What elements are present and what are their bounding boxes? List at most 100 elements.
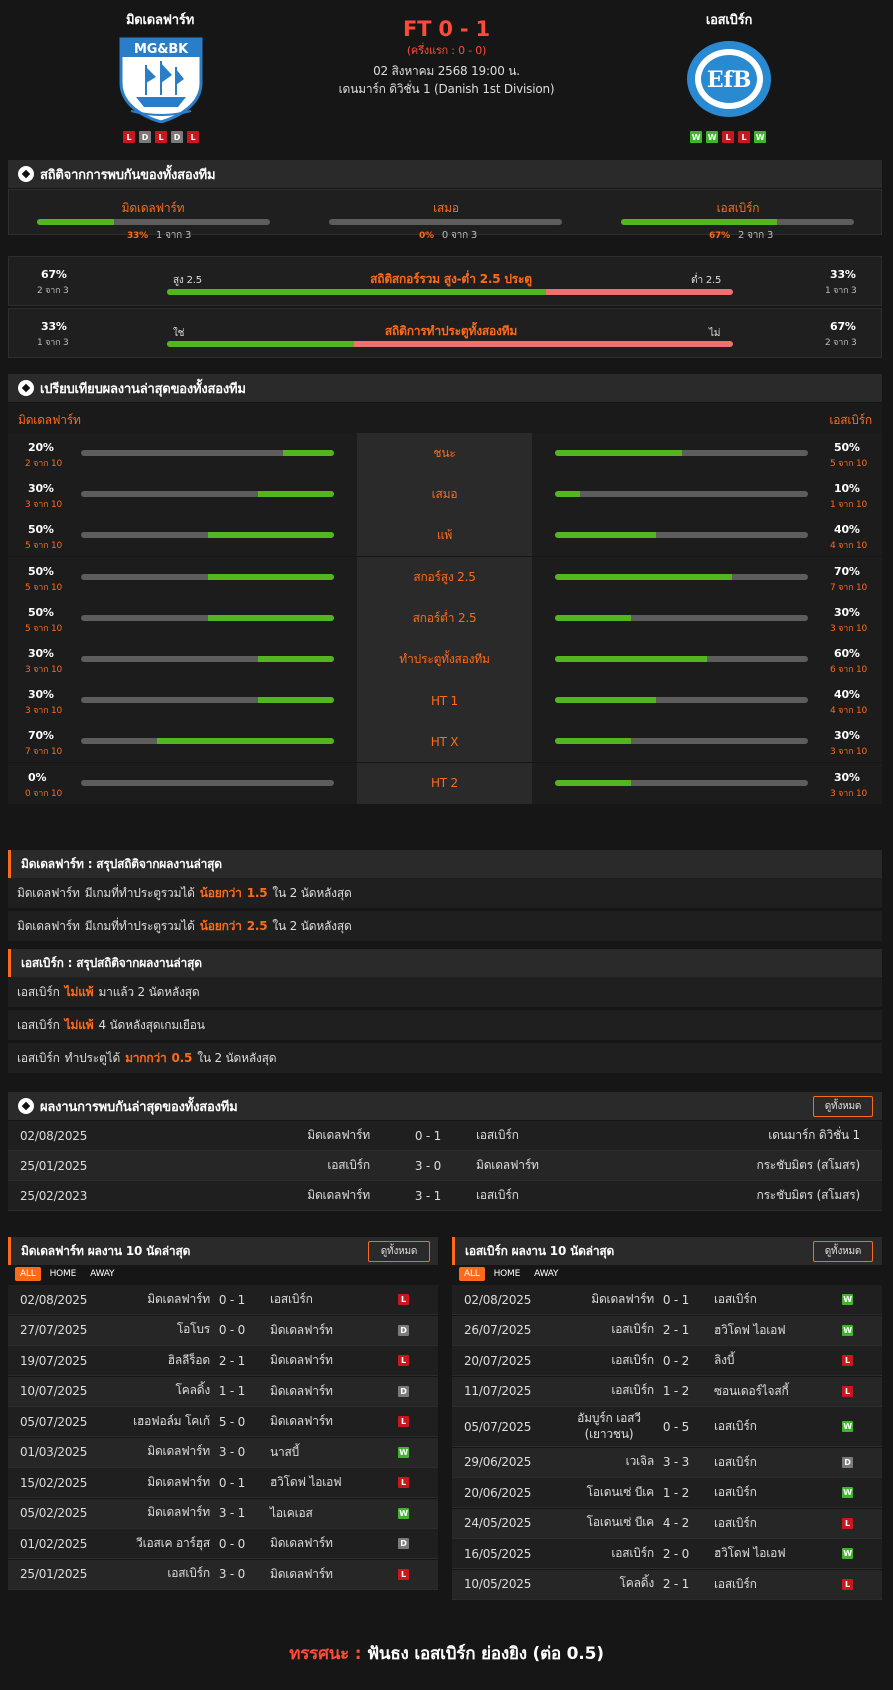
home-pct: 30% [28, 482, 54, 496]
last10-row[interactable]: 29/06/2025 เวเจิล 3 - 3 เอสเบิร์ก D [452, 1447, 882, 1478]
away-team-name: เอสเบิร์ก [705, 13, 753, 28]
match-score: 4 - 2 [662, 1516, 690, 1530]
last10-row[interactable]: 01/03/2025 มิดเดลฟาร์ท 3 - 0 นาสบี้ W [8, 1437, 438, 1468]
h2h-row[interactable]: 25/02/2023 มิดเดลฟาร์ท 3 - 1 เอสเบิร์ก กระชั… [8, 1181, 882, 1211]
last10-row[interactable]: 19/07/2025 ฮิลลีร็อด 2 - 1 มิดเดลฟาร์ท L [8, 1346, 438, 1376]
last10-row[interactable]: 05/07/2025 อัมบูร์ก เอสวี (เยาวชน) 0 - 5 เอ… [452, 1407, 882, 1447]
result-badge: W [842, 1548, 853, 1559]
match-date: 20/07/2025 [464, 1353, 532, 1368]
away-last10-view-all-button[interactable]: ดูทั้งหมด [813, 1241, 873, 1262]
away-last10-title: เอสเบิร์ก ผลงาน 10 นัดล่าสุด [465, 1243, 615, 1258]
match-date: 02/08/2025 [20, 1292, 88, 1307]
match-score: 3 - 3 [662, 1455, 690, 1469]
last10-row[interactable]: 02/08/2025 มิดเดลฟาร์ท 0 - 1 เอสเบิร์ก L [8, 1285, 438, 1315]
match-date: 16/05/2025 [464, 1546, 532, 1561]
tab-home[interactable]: HOME [489, 1267, 526, 1281]
last10-row[interactable]: 10/05/2025 โคลดิ้ง 2 - 1 เอสเบิร์ก L [452, 1569, 882, 1600]
away-bar-fill [555, 656, 707, 662]
away-team: เอสเบิร์ก [270, 1292, 313, 1306]
tab-away[interactable]: AWAY [529, 1267, 563, 1281]
ou-right-label: ต่ำ 2.5 [691, 275, 722, 286]
summary-line: เอสเบิร์ก ไม่แพ้ มาแล้ว 2 นัดหลังสุด [8, 977, 882, 1007]
compare-label: สกอร์ต่ำ 2.5 [357, 597, 532, 639]
summary-line: เอสเบิร์ก ทำประตูได้ มากกว่า 0.5 ใน 2 นัดหลั… [8, 1043, 882, 1073]
home-summary-header: มิดเดลฟาร์ท : สรุปสถิติจากผลงานล่าสุด [8, 850, 882, 878]
result-badge: L [398, 1294, 409, 1305]
ou-title: สถิติสกอร์รวม สูง-ต่ำ 2.5 ประตู [370, 272, 532, 286]
home-sub: 3 จาก 10 [25, 706, 63, 717]
last10-row[interactable]: 20/07/2025 เอสเบิร์ก 0 - 2 ลิงบี้ L [452, 1346, 882, 1376]
match-date: 10/07/2025 [20, 1384, 88, 1398]
away-pct: 50% [834, 441, 860, 454]
home-team: เอสเบิร์ก [611, 1545, 654, 1560]
home-team: วีเอสเค อาร์ฮุส [136, 1535, 210, 1550]
compare-label: แพ้ [357, 515, 532, 557]
home-bar-fill [207, 532, 334, 539]
match-header: มิดเดลฟาร์ท MG&BK LDLDL FT 0 - 1 (ครึ่งแ… [0, 0, 893, 155]
home-bar [81, 697, 334, 704]
match-date: 29/06/2025 [464, 1455, 532, 1469]
home-last10-view-all-button[interactable]: ดูทั้งหมด [368, 1241, 430, 1262]
form-badge: L [187, 131, 199, 143]
match-date: 25/01/2025 [20, 1567, 88, 1581]
away-team: เอสเบิร์ก [714, 1419, 757, 1433]
last10-row[interactable]: 20/06/2025 โอเดนเซ่ บีเค 1 - 2 เอสเบิร์ก W [452, 1478, 882, 1508]
last10-row[interactable]: 16/05/2025 เอสเบิร์ก 2 - 0 ฮวิโดฟ ไอเอฟ W [452, 1539, 882, 1569]
away-team: ฮวิโดฟ ไอเอฟ [714, 1546, 786, 1560]
summary-part-d: 1.5 [246, 886, 268, 900]
away-team: มิดเดลฟาร์ท [270, 1353, 333, 1367]
summary-part-b: มีเกมที่ทำประตูรวมได้ [84, 918, 195, 933]
last10-row[interactable]: 11/07/2025 เอสเบิร์ก 1 - 2 ซอนเดอร์ไจสกี้ L [452, 1376, 882, 1407]
away-team: ซอนเดอร์ไจสกี้ [714, 1383, 789, 1398]
prediction-label: ทรรศนะ : [289, 1644, 362, 1664]
h2h-row[interactable]: 25/01/2025 เอสเบิร์ก 3 - 0 มิดเดลฟาร์ท กระชั… [8, 1151, 882, 1181]
last10-row[interactable]: 26/07/2025 เอสเบิร์ก 2 - 1 ฮวิโดฟ ไอเอฟ W [452, 1315, 882, 1346]
home-team: มิดเดลฟาร์ท [147, 1474, 210, 1489]
home-team: โอเดนเซ่ บีเค [586, 1515, 655, 1530]
over-under-stats: 67% 2 จาก 3 สูง 2.5 สถิติสกอร์รวม สูง-ต่… [8, 256, 882, 306]
tab-home[interactable]: HOME [45, 1267, 82, 1281]
last10-row[interactable]: 15/02/2025 มิดเดลฟาร์ท 0 - 1 ฮวิโดฟ ไอเอฟ L [8, 1468, 438, 1498]
last10-row[interactable]: 25/01/2025 เอสเบิร์ก 3 - 0 มิดเดลฟาร์ท L [8, 1559, 438, 1590]
summary-part-a: มิดเดลฟาร์ท [17, 885, 80, 900]
match-date: 02/08/2025 [464, 1292, 532, 1307]
away-summary-title: เอสเบิร์ก : สรุปสถิติจากผลงานล่าสุด [21, 955, 202, 970]
h2h-view-all-button[interactable]: ดูทั้งหมด [813, 1096, 873, 1117]
last10-row[interactable]: 02/08/2025 มิดเดลฟาร์ท 0 - 1 เอสเบิร์ก W [452, 1285, 882, 1315]
away-bar [555, 573, 808, 580]
h2h-date: 25/02/2023 [20, 1188, 88, 1203]
tab-away[interactable]: AWAY [85, 1267, 119, 1281]
away-team: มิดเดลฟาร์ท [270, 1536, 333, 1550]
h2h-row[interactable]: 02/08/2025 มิดเดลฟาร์ท 0 - 1 เอสเบิร์ก เดนมา… [8, 1121, 882, 1151]
home-team: โอโบร [176, 1322, 210, 1337]
match-score: 1 - 2 [662, 1485, 690, 1500]
home-team: เอสเบิร์ก [611, 1383, 654, 1398]
home-pct: 50% [28, 523, 54, 537]
last10-row[interactable]: 10/07/2025 โคลดิ้ง 1 - 1 มิดเดลฟาร์ท D [8, 1376, 438, 1407]
h2h-competition: เดนมาร์ก ดิวิชั่น 1 [768, 1128, 860, 1142]
h2h-result-stats: มิดเดลฟาร์ท 33% 1 จาก 3 เสมอ 0% 0 จาก 3 … [8, 189, 882, 241]
ou-left-sub: 2 จาก 3 [37, 286, 69, 296]
match-score: 2 - 1 [218, 1353, 246, 1368]
home-bar [81, 779, 334, 786]
football-icon [18, 166, 34, 182]
away-bar-fill [555, 450, 682, 456]
away-sub: 4 จาก 10 [830, 706, 868, 717]
last10-row[interactable]: 27/07/2025 โอโบร 0 - 0 มิดเดลฟาร์ท D [8, 1315, 438, 1346]
tab-all[interactable]: ALL [459, 1267, 485, 1281]
home-bar [81, 450, 334, 456]
compare-row: สกอร์ต่ำ 2.5 50% 5 จาก 10 30% 3 จาก 10 [8, 597, 882, 639]
form-badge: L [123, 131, 135, 143]
last10-row[interactable]: 05/07/2025 เฮอฟอล์ม โคเก้ 5 - 0 มิดเดลฟาร์ท… [8, 1407, 438, 1437]
tab-all[interactable]: ALL [15, 1267, 41, 1281]
last10-row[interactable]: 05/02/2025 มิดเดลฟาร์ท 3 - 1 ไอเคเอส W [8, 1498, 438, 1529]
home-team: อัมบูร์ก เอสวี (เยาวชน) [577, 1410, 641, 1441]
last10-row[interactable]: 24/05/2025 โอเดนเซ่ บีเค 4 - 2 เอสเบิร์ก L [452, 1508, 882, 1539]
last10-row[interactable]: 01/02/2025 วีเอสเค อาร์ฮุส 0 - 0 มิดเดลฟาร์… [8, 1529, 438, 1559]
summary-part-a: เอสเบิร์ก [17, 1017, 60, 1032]
home-pct: 20% [28, 441, 54, 454]
h2h-stats-header: สถิติจากการพบกันของทั้งสองทีม [8, 160, 882, 188]
home-bar-fill [207, 614, 334, 621]
home-sub: 7 จาก 10 [25, 747, 63, 758]
home-bar [81, 491, 334, 498]
